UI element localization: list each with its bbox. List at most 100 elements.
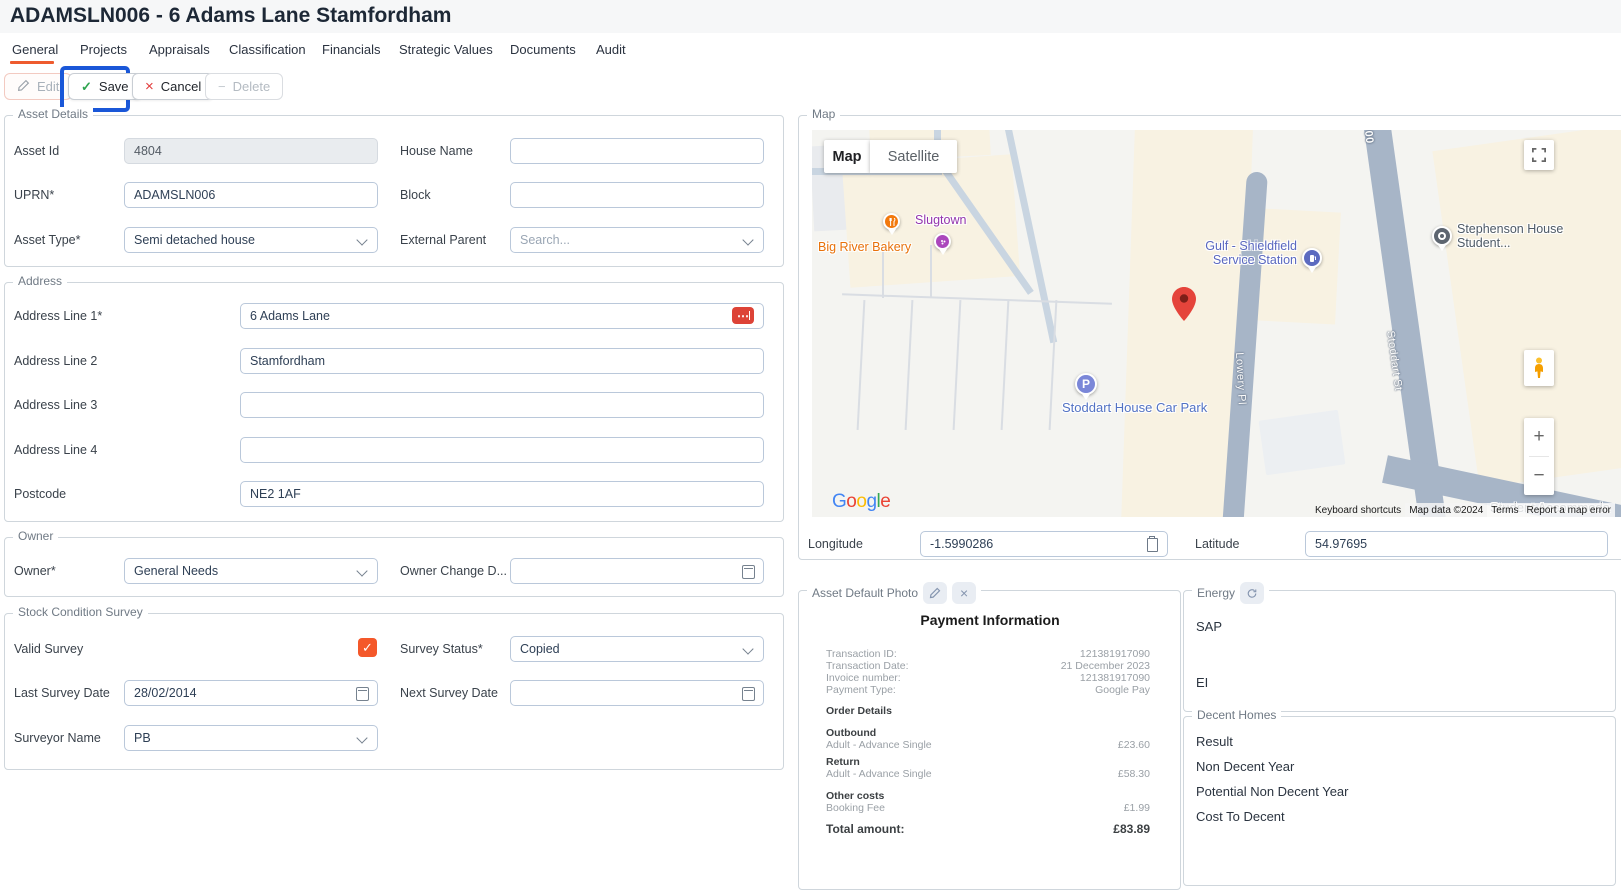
google-logo[interactable]: Google bbox=[832, 491, 890, 513]
restaurant-pin-icon[interactable] bbox=[883, 213, 900, 230]
decent-homes-legend: Decent Homes bbox=[1192, 708, 1281, 722]
asset-type-label: Asset Type* bbox=[14, 233, 80, 247]
tab-projects[interactable]: Projects bbox=[80, 42, 127, 57]
map-type-map-button[interactable]: Map bbox=[824, 140, 870, 173]
longitude-label: Longitude bbox=[808, 537, 863, 551]
house-name-label: House Name bbox=[400, 144, 473, 158]
poi-label-stephenson-house[interactable]: Stephenson HouseStudent... bbox=[1457, 222, 1563, 250]
payment-total-value: £83.89 bbox=[0, 822, 1150, 836]
tab-financials[interactable]: Financials bbox=[322, 42, 381, 57]
block-label: Block bbox=[400, 188, 431, 202]
parking-p-glyph: P bbox=[1082, 377, 1090, 391]
parking-line bbox=[905, 300, 914, 430]
location-marker-icon[interactable] bbox=[1171, 286, 1197, 322]
address-line3-field[interactable] bbox=[240, 392, 764, 418]
fuel-pump-icon bbox=[1308, 254, 1317, 263]
uprn-label: UPRN* bbox=[14, 188, 54, 202]
art-gallery-pin-icon[interactable] bbox=[934, 233, 951, 250]
external-parent-label: External Parent bbox=[400, 233, 486, 247]
address-lookup-button[interactable]: ⋯ bbox=[732, 307, 754, 324]
latitude-label: Latitude bbox=[1195, 537, 1239, 551]
energy-section: Energy bbox=[1183, 590, 1616, 712]
refresh-energy-button[interactable] bbox=[1240, 582, 1264, 604]
potential-non-decent-year-label: Potential Non Decent Year bbox=[1196, 784, 1349, 799]
parking-line bbox=[1001, 300, 1010, 430]
parking-pin-icon[interactable]: P bbox=[1075, 373, 1097, 395]
circle-icon bbox=[1436, 230, 1448, 242]
street-label-route: 00 bbox=[1362, 130, 1375, 144]
cancel-button[interactable]: × Cancel bbox=[132, 73, 214, 100]
parking-line bbox=[930, 245, 932, 298]
fullscreen-button[interactable] bbox=[1524, 140, 1554, 170]
asset-id-field bbox=[124, 138, 378, 164]
stephenson-house-pin-icon[interactable] bbox=[1432, 226, 1452, 246]
uprn-field[interactable] bbox=[124, 182, 378, 208]
save-button[interactable]: ✓ Save bbox=[68, 73, 142, 100]
payment-meta-value: 21 December 2023 bbox=[0, 660, 1150, 672]
chevron-down-icon bbox=[356, 565, 367, 576]
delete-button[interactable]: − Delete bbox=[205, 73, 283, 100]
poi-label-stoddart-house-car-park[interactable]: Stoddart House Car Park bbox=[1062, 400, 1207, 415]
order-details-heading: Order Details bbox=[826, 705, 892, 717]
refresh-icon bbox=[1246, 587, 1258, 600]
map-legend: Map bbox=[807, 107, 840, 121]
edit-photo-button[interactable] bbox=[923, 582, 947, 604]
owner-select[interactable]: General Needs bbox=[124, 558, 378, 584]
tab-appraisals[interactable]: Appraisals bbox=[149, 42, 210, 57]
latitude-field[interactable] bbox=[1305, 531, 1608, 557]
house-name-field[interactable] bbox=[510, 138, 764, 164]
asset-default-photo-legend: Asset Default Photo × bbox=[807, 582, 981, 604]
block-field[interactable] bbox=[510, 182, 764, 208]
external-parent-select[interactable]: Search... bbox=[510, 227, 764, 253]
address-line1-field[interactable] bbox=[240, 303, 764, 329]
tab-general[interactable]: General bbox=[12, 42, 58, 57]
pencil-icon bbox=[929, 587, 941, 599]
poi-label-slugtown[interactable]: Slugtown bbox=[915, 213, 966, 227]
asset-detail-page: { "page": { "title": "ADAMSLN006 - 6 Ada… bbox=[0, 0, 1621, 876]
page-title: ADAMSLN006 - 6 Adams Lane Stamfordham bbox=[10, 4, 451, 28]
fork-knife-icon bbox=[888, 218, 896, 226]
zoom-in-button[interactable]: + bbox=[1524, 418, 1554, 456]
zoom-out-button[interactable]: − bbox=[1524, 457, 1554, 495]
postcode-field[interactable] bbox=[240, 481, 764, 507]
keyboard-shortcuts-link[interactable]: Keyboard shortcuts bbox=[1311, 503, 1405, 517]
longitude-field[interactable]: -1.5990286 bbox=[920, 531, 1168, 557]
minus-icon: − bbox=[218, 80, 226, 93]
gas-station-pin-icon[interactable] bbox=[1302, 248, 1322, 268]
pencil-icon bbox=[17, 79, 30, 94]
survey-legend: Stock Condition Survey bbox=[13, 605, 148, 619]
payment-section-heading: Return bbox=[826, 756, 860, 768]
tab-documents[interactable]: Documents bbox=[510, 42, 576, 57]
remove-photo-button[interactable]: × bbox=[952, 582, 976, 604]
tab-strategic-values[interactable]: Strategic Values bbox=[399, 42, 493, 57]
tab-audit[interactable]: Audit bbox=[596, 42, 626, 57]
owner-change-date-field[interactable] bbox=[510, 558, 764, 584]
calendar-icon[interactable] bbox=[742, 565, 755, 579]
tab-classification[interactable]: Classification bbox=[229, 42, 306, 57]
pegman-button[interactable] bbox=[1524, 350, 1554, 386]
payment-amount: £23.60 bbox=[0, 739, 1150, 751]
payment-meta-value: 121381917090 bbox=[0, 672, 1150, 684]
terms-link[interactable]: Terms bbox=[1487, 503, 1522, 517]
decent-homes-section: Decent Homes bbox=[1183, 716, 1616, 886]
address-line2-label: Address Line 2 bbox=[14, 354, 97, 368]
zoom-control: + − bbox=[1524, 418, 1554, 495]
asset-type-select[interactable]: Semi detached house bbox=[124, 227, 378, 253]
payment-section-heading: Other costs bbox=[826, 790, 884, 802]
sap-label: SAP bbox=[1196, 619, 1222, 634]
palette-icon bbox=[939, 238, 947, 246]
address-line4-label: Address Line 4 bbox=[14, 443, 97, 457]
report-map-error-link[interactable]: Report a map error bbox=[1523, 503, 1615, 517]
address-line2-field[interactable] bbox=[240, 348, 764, 374]
poi-label-gulf-service-station[interactable]: Gulf - ShieldfieldService Station bbox=[1197, 239, 1297, 267]
map-type-satellite-button[interactable]: Satellite bbox=[870, 140, 957, 173]
asset-details-legend: Asset Details bbox=[13, 107, 93, 121]
copy-icon[interactable] bbox=[1147, 538, 1158, 552]
address-line4-field[interactable] bbox=[240, 437, 764, 463]
x-icon: × bbox=[960, 585, 968, 601]
active-tab-indicator bbox=[10, 61, 54, 64]
google-map[interactable]: Lowery Pl Stoddart St 00 Big River Baker… bbox=[812, 130, 1621, 517]
payment-section-heading: Outbound bbox=[826, 727, 876, 739]
chevron-down-icon bbox=[356, 234, 367, 245]
poi-label-big-river-bakery[interactable]: Big River Bakery bbox=[818, 240, 911, 254]
